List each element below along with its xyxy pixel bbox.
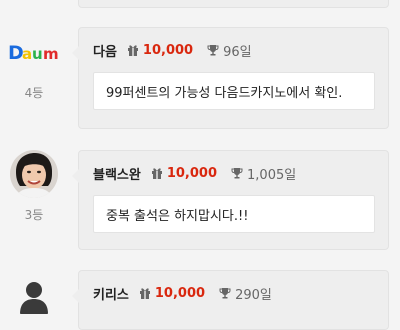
points-value: 10,000 — [154, 285, 206, 301]
comment-meta: 다음 10,000 96일 — [93, 41, 252, 60]
card-pointer — [72, 289, 79, 303]
comment-message: 99퍼센트의 가능성 다음드카지노에서 확인. — [93, 72, 375, 110]
avatar[interactable] — [10, 150, 58, 198]
author-name[interactable]: 블랙스완 — [93, 164, 141, 183]
points-value: 10,000 — [166, 165, 218, 181]
attendance-days: 1,005일 — [247, 167, 297, 183]
gift-icon — [151, 168, 162, 179]
gift-icon — [139, 288, 150, 299]
trophy-icon — [207, 45, 219, 56]
svg-text:a: a — [22, 45, 32, 63]
daum-logo: D a u m — [8, 42, 58, 64]
comment-card: 키리스 10,000 290일 — [72, 270, 389, 330]
card-pointer — [72, 169, 79, 183]
comment-meta: 키리스 10,000 290일 — [93, 285, 272, 303]
comment-card: 블랙스완 10,000 1,005일 중복 출석은 하지맙시다.!! — [72, 150, 389, 250]
comment-message: 중복 출석은 하지맙시다.!! — [93, 195, 375, 233]
previous-comment-card — [78, 0, 389, 8]
rank-label: 4등 — [24, 86, 44, 100]
attendance-days: 96일 — [223, 44, 252, 60]
avatar[interactable] — [10, 270, 58, 318]
svg-text:u: u — [32, 45, 43, 63]
gift-icon — [127, 45, 138, 56]
comment-meta: 블랙스완 10,000 1,005일 — [93, 164, 297, 183]
trophy-icon — [231, 168, 243, 179]
author-name[interactable]: 다음 — [93, 41, 117, 60]
svg-text:m: m — [43, 45, 58, 63]
points-value: 10,000 — [142, 42, 194, 58]
rank-label: 3등 — [24, 208, 44, 222]
trophy-icon — [219, 288, 231, 299]
avatar-photo — [10, 150, 58, 198]
card-pointer — [72, 46, 79, 60]
user-silhouette-icon — [20, 282, 48, 314]
comment-card: 다음 10,000 96일 99퍼센트의 가능성 다음드카지노에서 확인. — [72, 27, 389, 129]
